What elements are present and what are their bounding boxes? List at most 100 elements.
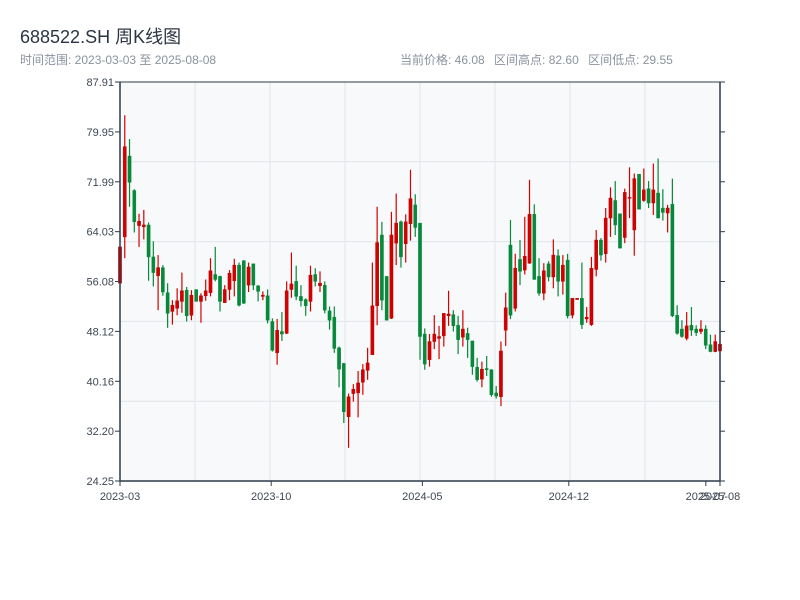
- candle-up: [632, 178, 637, 231]
- candle-up: [480, 368, 484, 380]
- y-tick-label: 32.20: [86, 426, 114, 438]
- candle-down: [342, 363, 346, 412]
- candle-up: [375, 242, 379, 307]
- candle-down: [661, 207, 665, 213]
- candle-down: [618, 213, 622, 249]
- candle-down: [161, 267, 165, 293]
- candle-down: [413, 204, 418, 228]
- candle-up: [275, 330, 279, 354]
- candle-up: [432, 333, 437, 342]
- candle-down: [132, 190, 137, 223]
- candle-down: [237, 264, 241, 306]
- y-tick-label: 56.08: [86, 277, 114, 289]
- candle-up: [346, 396, 351, 417]
- candle-down: [475, 367, 479, 380]
- candle-up: [561, 264, 565, 282]
- candle-down: [146, 224, 151, 258]
- candle-down: [337, 347, 341, 370]
- candle-down: [484, 368, 489, 370]
- candle-up: [142, 224, 146, 228]
- candle-up: [156, 267, 160, 276]
- candle-down: [380, 234, 384, 301]
- candle-up: [713, 341, 718, 352]
- candle-down: [689, 325, 694, 331]
- candle-up: [180, 290, 184, 302]
- candle-down: [546, 263, 551, 278]
- candle-up: [351, 388, 356, 394]
- x-tick-label: 2023-03: [100, 491, 140, 503]
- candle-up: [175, 300, 179, 309]
- candle-down: [537, 276, 541, 294]
- candle-down: [265, 295, 270, 321]
- candle-up: [446, 313, 451, 317]
- candle-up: [232, 264, 237, 281]
- candle-down: [703, 328, 708, 346]
- candle-up: [699, 328, 703, 332]
- candle-down: [127, 155, 132, 183]
- candle-down: [270, 321, 275, 351]
- candle-down: [303, 299, 308, 307]
- candle-down: [532, 214, 537, 280]
- y-tick-label: 40.16: [86, 376, 114, 388]
- candle-down: [184, 289, 189, 317]
- candle-up: [437, 336, 441, 339]
- candle-up: [584, 316, 589, 320]
- candle-down: [322, 284, 327, 311]
- candle-down: [556, 255, 560, 282]
- candle-up: [642, 189, 646, 201]
- candle-down: [465, 333, 470, 340]
- candle-up: [575, 298, 579, 300]
- candle-down: [708, 344, 713, 352]
- candle-down: [418, 222, 422, 337]
- y-tick-label: 87.91: [86, 77, 114, 89]
- candle-up: [122, 146, 127, 238]
- candle-down: [165, 292, 170, 314]
- candle-up: [427, 341, 432, 360]
- candle-up: [361, 369, 365, 383]
- candle-up: [389, 234, 394, 319]
- candle-up: [570, 298, 575, 316]
- candle-down: [451, 314, 456, 327]
- candle-up: [651, 189, 656, 204]
- candle-up: [442, 313, 446, 337]
- candle-down: [670, 204, 675, 317]
- candle-down: [399, 221, 403, 258]
- candle-down: [384, 276, 389, 321]
- candlestick-chart: 87.91 79.95 71.99 64.03 56.08 48.12 40.16 32.20…: [86, 77, 740, 503]
- candle-down: [218, 276, 222, 302]
- candle-up: [208, 270, 213, 293]
- candle-down: [313, 274, 318, 282]
- candle-down: [518, 259, 522, 272]
- candle-up: [608, 197, 613, 219]
- candle-down: [637, 173, 641, 210]
- candle-up: [665, 207, 670, 214]
- candle-down: [280, 331, 284, 335]
- candle-up: [589, 268, 594, 325]
- candle-down: [422, 333, 427, 365]
- candle-down: [332, 316, 337, 349]
- candle-up: [394, 222, 398, 244]
- candle-up: [170, 304, 175, 312]
- candle-up: [594, 239, 598, 270]
- candle-up: [522, 256, 527, 271]
- candle-up: [356, 382, 360, 394]
- candle-down: [694, 328, 698, 333]
- candle-up: [246, 266, 251, 286]
- candle-down: [565, 259, 570, 317]
- candle-up: [503, 307, 508, 331]
- y-tick-label: 71.99: [86, 177, 114, 189]
- candle-down: [470, 340, 475, 367]
- candle-up: [370, 305, 375, 355]
- candle-up: [189, 294, 194, 316]
- candle-up: [461, 328, 465, 338]
- candle-up: [542, 270, 546, 294]
- candle-down: [251, 263, 256, 286]
- candle-up: [227, 273, 232, 290]
- candle-up: [199, 295, 203, 302]
- candle-up: [684, 325, 689, 339]
- candle-up: [513, 268, 518, 309]
- candle-down: [613, 200, 618, 226]
- y-tick-label: 24.25: [86, 476, 114, 488]
- y-tick-label: 79.95: [86, 127, 114, 139]
- candle-up: [318, 283, 322, 286]
